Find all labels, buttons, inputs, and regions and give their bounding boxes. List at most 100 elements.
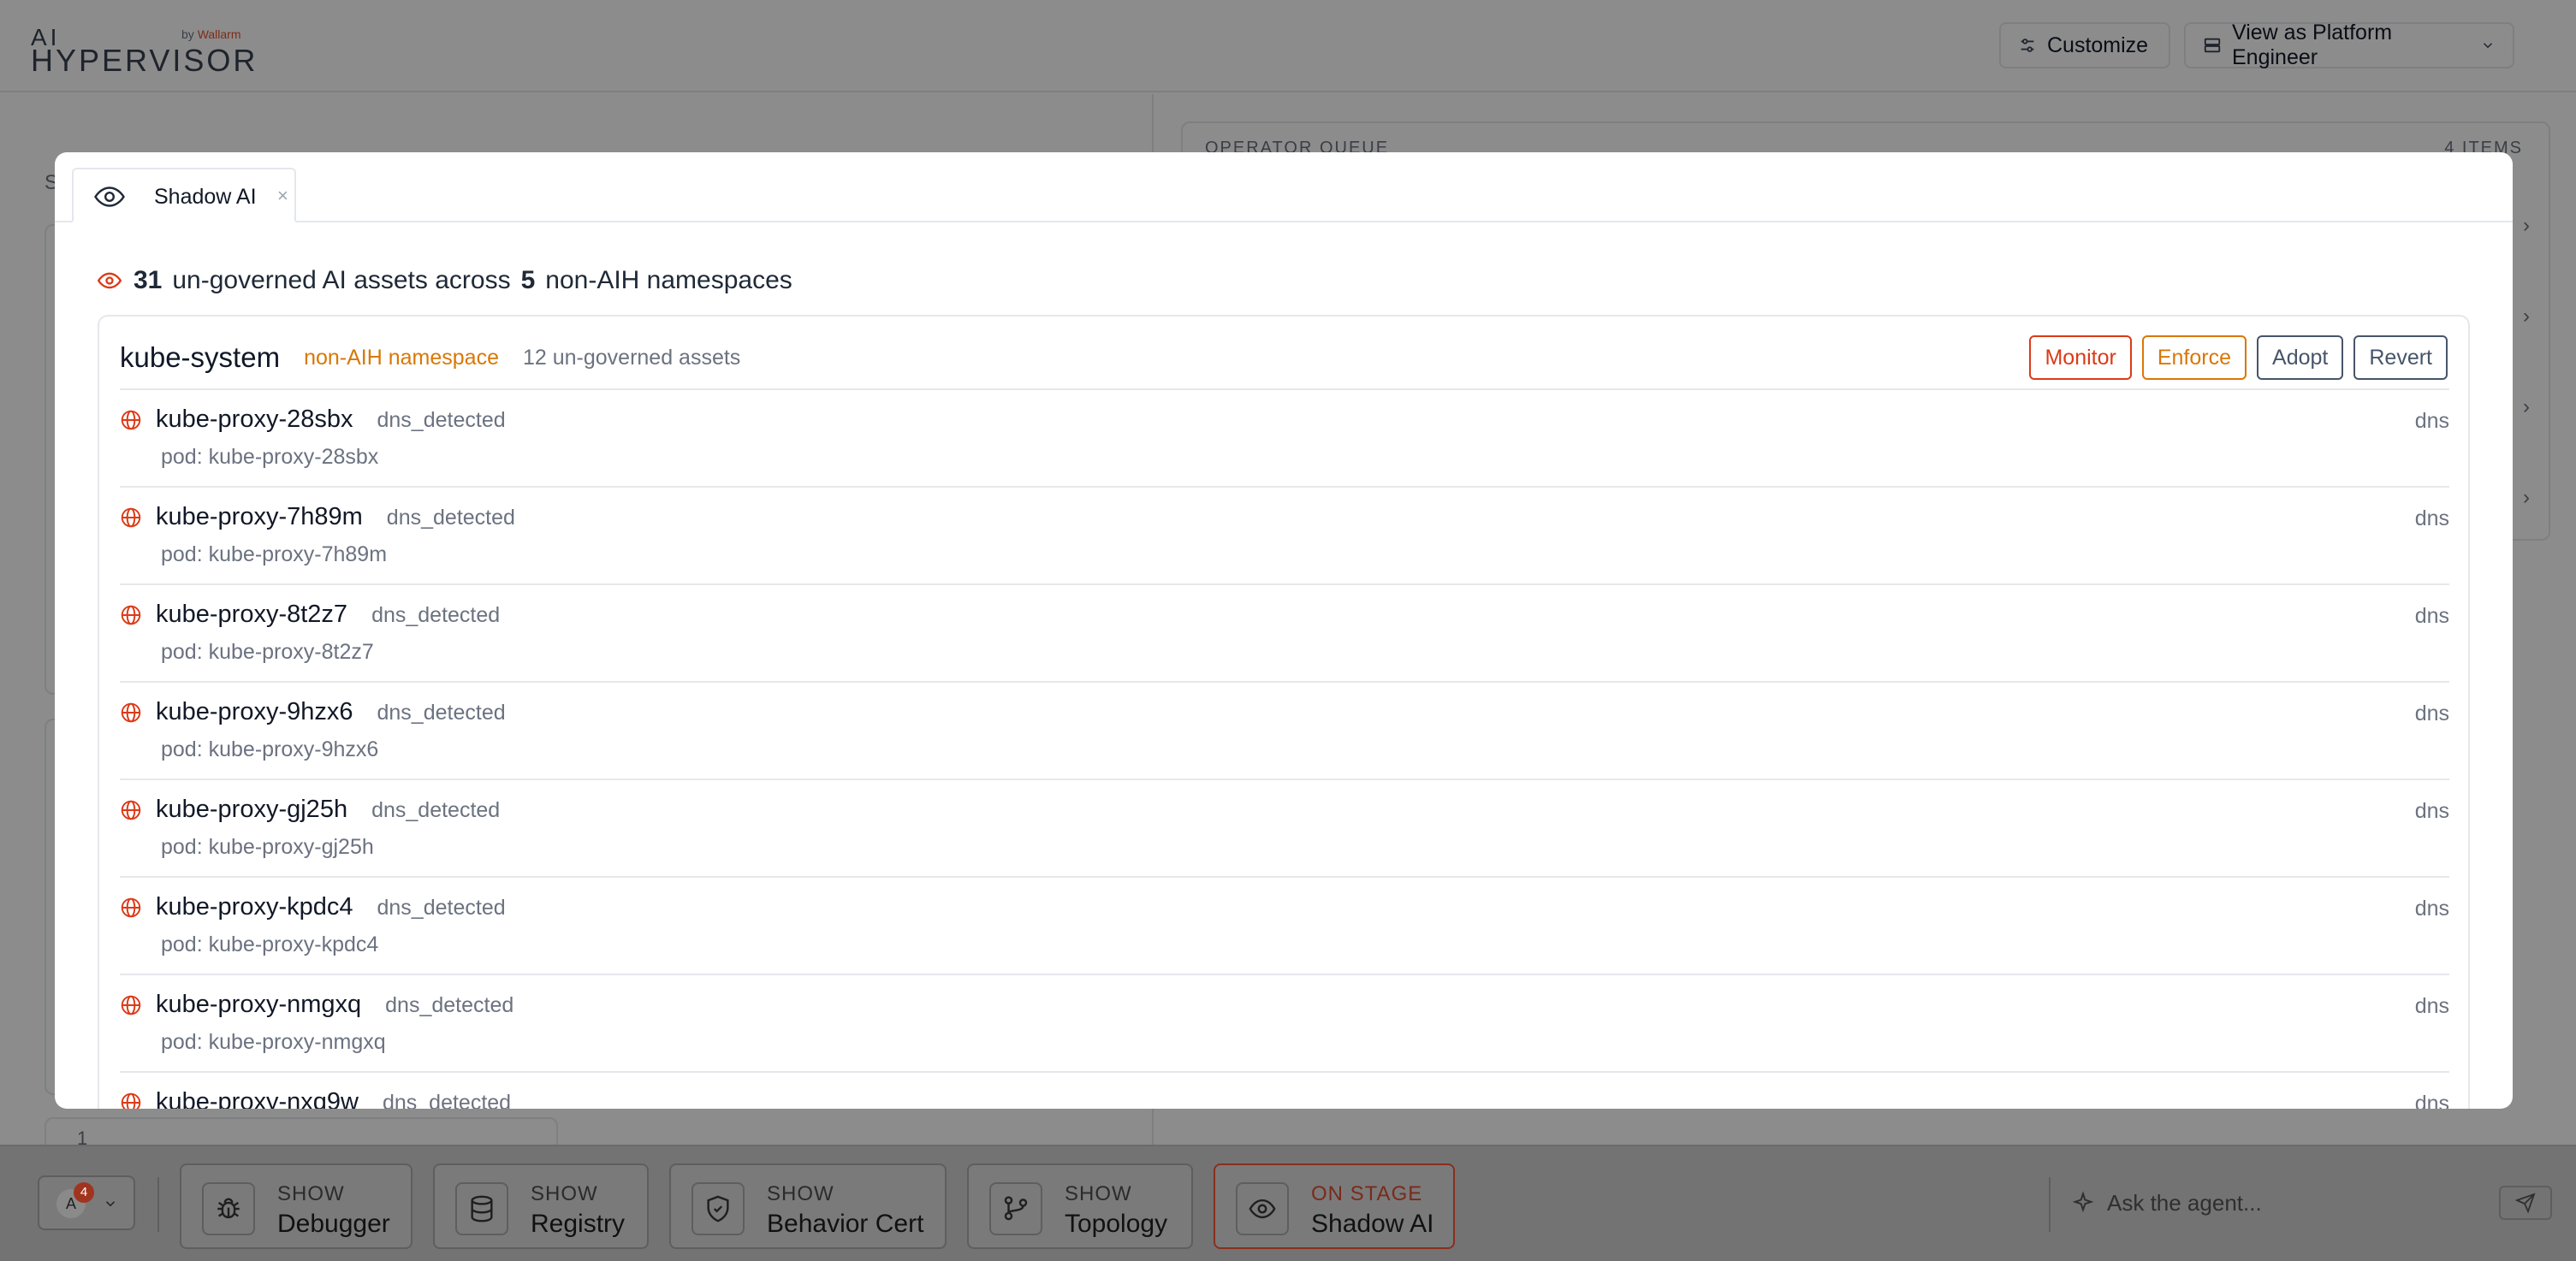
- dock-button-label: Topology: [1065, 1210, 1168, 1238]
- asset-detection: dns_detected: [371, 603, 501, 627]
- show-registry-button[interactable]: SHOW Registry: [433, 1163, 649, 1249]
- list-item[interactable]: kube-proxy-8t2z7 dns_detected pod: kube-pr…: [120, 583, 2449, 681]
- namespace-card: kube-system non-AIH namespace 12 un-gove…: [98, 315, 2470, 1109]
- tab-shadow-ai[interactable]: Shadow AI ×: [72, 168, 296, 222]
- asset-detection: dns_detected: [377, 408, 506, 432]
- revert-button[interactable]: Revert: [2353, 335, 2448, 380]
- shield-check-icon: [691, 1182, 745, 1235]
- enforce-button[interactable]: Enforce: [2141, 335, 2247, 380]
- asset-pod: pod: kube-proxy-kpdc4: [161, 932, 379, 956]
- list-item[interactable]: kube-proxy-nxq9w dns_detected dns: [120, 1071, 2449, 1109]
- dock-button-label: Behavior Cert: [767, 1210, 924, 1238]
- shadow-ai-summary: 31 un-governed AI assets across 5 non-AI…: [98, 263, 803, 298]
- asset-title-row: kube-proxy-nxq9w dns_detected: [156, 1088, 511, 1109]
- asset-name: kube-proxy-9hzx6: [156, 698, 353, 725]
- list-item[interactable]: kube-proxy-gj25h dns_detected pod: kube-pr…: [120, 779, 2449, 876]
- show-debugger-button[interactable]: SHOW Debugger: [180, 1163, 413, 1249]
- asset-source: dns: [2414, 994, 2449, 1018]
- asset-pod: pod: kube-proxy-gj25h: [161, 835, 374, 859]
- dock-divider: [157, 1177, 159, 1232]
- dock-divider: [2049, 1177, 2051, 1232]
- asset-source: dns: [2414, 1092, 2449, 1109]
- modal-tab-bar: Shadow AI ×: [55, 152, 2513, 222]
- asset-source: dns: [2414, 409, 2449, 433]
- list-item[interactable]: kube-proxy-9hzx6 dns_detected pod: kube-pr…: [120, 681, 2449, 779]
- asset-source: dns: [2414, 799, 2449, 823]
- asset-detection: dns_detected: [377, 701, 506, 725]
- asset-name: kube-proxy-8t2z7: [156, 601, 348, 628]
- globe-icon: [120, 409, 142, 431]
- dock-button-caption: SHOW: [1065, 1182, 1132, 1205]
- asset-name: kube-proxy-kpdc4: [156, 893, 353, 921]
- eye-icon: [98, 271, 122, 290]
- agent-selector[interactable]: A 4: [38, 1175, 135, 1230]
- globe-icon: [120, 702, 142, 724]
- send-icon: [2515, 1193, 2536, 1213]
- asset-title-row: kube-proxy-28sbx dns_detected: [156, 406, 506, 434]
- dock-button-caption: SHOW: [277, 1182, 345, 1205]
- dock-button-label: Registry: [531, 1210, 626, 1238]
- asset-source: dns: [2414, 702, 2449, 725]
- namespace-tag: non-AIH namespace: [304, 345, 499, 370]
- asset-title-row: kube-proxy-nmgxq dns_detected: [156, 991, 513, 1019]
- asset-title-row: kube-proxy-9hzx6 dns_detected: [156, 698, 506, 726]
- asset-name: kube-proxy-nmgxq: [156, 991, 362, 1018]
- globe-icon: [120, 897, 142, 919]
- dock-button-caption: ON STAGE: [1311, 1182, 1423, 1205]
- namespace-name: kube-system: [120, 341, 281, 373]
- namespace-asset-count: 12 un-governed assets: [522, 345, 741, 370]
- close-tab-icon[interactable]: ×: [277, 185, 288, 207]
- assets-count: 31: [134, 266, 163, 294]
- asset-title-row: kube-proxy-gj25h dns_detected: [156, 796, 500, 824]
- asset-name: kube-proxy-gj25h: [156, 796, 348, 823]
- list-item[interactable]: kube-proxy-7h89m dns_detected pod: kube-pr…: [120, 486, 2449, 583]
- on-stage-shadow-ai-button[interactable]: ON STAGE Shadow AI: [1214, 1163, 1455, 1249]
- monitor-button[interactable]: Monitor: [2029, 335, 2132, 380]
- dock-button-label: Shadow AI: [1311, 1210, 1434, 1238]
- asset-title-row: kube-proxy-kpdc4 dns_detected: [156, 893, 506, 921]
- asset-source: dns: [2414, 897, 2449, 921]
- list-item[interactable]: kube-proxy-28sbx dns_detected pod: kube-pr…: [120, 388, 2449, 486]
- namespace-header: kube-system non-AIH namespace 12 un-gove…: [120, 334, 740, 382]
- show-topology-button[interactable]: SHOW Topology: [967, 1163, 1193, 1249]
- chevron-down-icon: [103, 1191, 118, 1217]
- show-behavior-cert-button[interactable]: SHOW Behavior Cert: [669, 1163, 947, 1249]
- asset-name: kube-proxy-28sbx: [156, 406, 353, 433]
- globe-icon: [120, 1092, 142, 1109]
- list-item[interactable]: kube-proxy-kpdc4 dns_detected pod: kube-pr…: [120, 876, 2449, 974]
- asset-title-row: kube-proxy-7h89m dns_detected: [156, 503, 515, 531]
- dock-button-label: Debugger: [277, 1210, 390, 1238]
- asset-detection: dns_detected: [386, 506, 515, 530]
- asset-source: dns: [2414, 604, 2449, 628]
- asset-pod: pod: kube-proxy-nmgxq: [161, 1030, 386, 1054]
- namespace-actions: Monitor Enforce Adopt Revert: [2029, 335, 2448, 380]
- asset-name: kube-proxy-7h89m: [156, 503, 363, 530]
- asset-detection: dns_detected: [385, 993, 514, 1017]
- asset-title-row: kube-proxy-8t2z7 dns_detected: [156, 601, 500, 629]
- asset-detection: dns_detected: [371, 798, 501, 822]
- notification-badge: 4: [74, 1182, 94, 1203]
- assets-text: un-governed AI assets across: [172, 266, 511, 294]
- list-item[interactable]: kube-proxy-nmgxq dns_detected pod: kube-pr…: [120, 974, 2449, 1071]
- globe-icon: [120, 994, 142, 1016]
- shadow-ai-modal: Shadow AI × 31 un-governed AI assets acr…: [55, 152, 2513, 1109]
- adopt-button[interactable]: Adopt: [2257, 335, 2344, 380]
- ask-agent-input[interactable]: [2107, 1184, 2484, 1222]
- globe-icon: [120, 506, 142, 529]
- database-icon: [455, 1182, 508, 1235]
- bottom-dock: A 4 SHOW Debugger SHOW Registry SHOW Beh…: [0, 1145, 2576, 1261]
- asset-pod: pod: kube-proxy-9hzx6: [161, 737, 379, 761]
- tab-label: Shadow AI: [154, 185, 257, 209]
- asset-name: kube-proxy-nxq9w: [156, 1088, 359, 1109]
- eye-icon: [1236, 1182, 1289, 1235]
- asset-pod: pod: kube-proxy-28sbx: [161, 445, 379, 469]
- bug-icon: [202, 1182, 255, 1235]
- dock-button-caption: SHOW: [531, 1182, 598, 1205]
- namespaces-text: non-AIH namespaces: [545, 266, 792, 294]
- send-button[interactable]: [2499, 1186, 2552, 1220]
- dock-button-caption: SHOW: [767, 1182, 834, 1205]
- asset-source: dns: [2414, 506, 2449, 530]
- git-branch-icon: [989, 1182, 1042, 1235]
- eye-icon: [94, 185, 125, 209]
- asset-list: kube-proxy-28sbx dns_detected pod: kube-pr…: [120, 388, 2449, 1109]
